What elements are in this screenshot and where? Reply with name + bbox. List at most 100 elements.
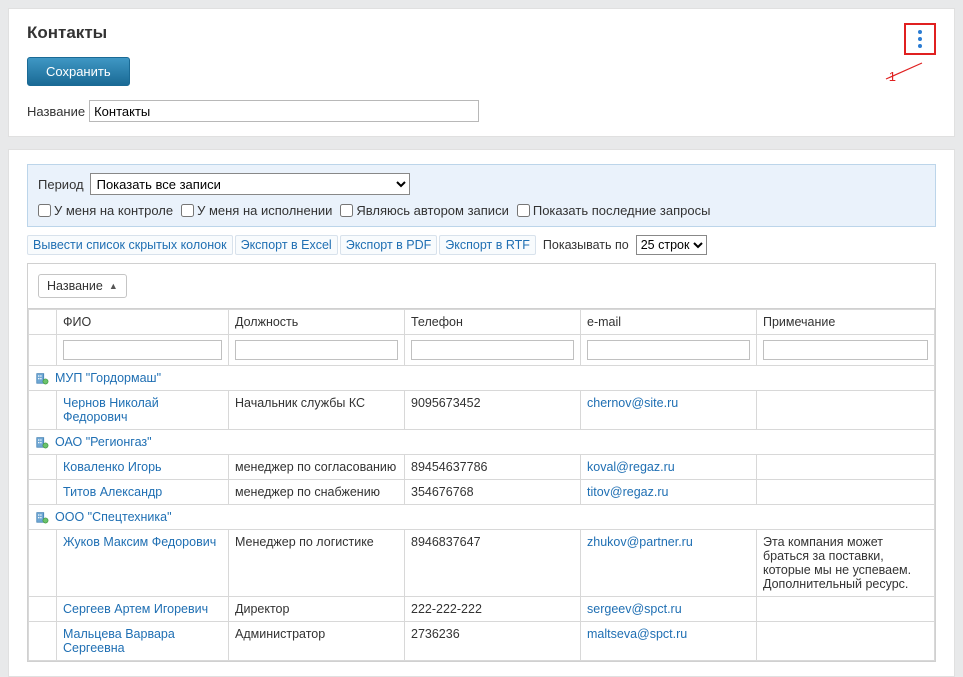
chk-exec[interactable]: У меня на исполнении bbox=[181, 203, 332, 218]
name-input[interactable] bbox=[89, 100, 479, 122]
chk-control-input[interactable] bbox=[38, 204, 51, 217]
group-name-link[interactable]: ООО "Спецтехника" bbox=[55, 510, 172, 524]
fio-link[interactable]: Титов Александр bbox=[63, 485, 162, 499]
chk-exec-input[interactable] bbox=[181, 204, 194, 217]
email-link[interactable]: maltseva@spct.ru bbox=[587, 627, 687, 641]
filter-checks: У меня на контроле У меня на исполнении … bbox=[38, 203, 925, 218]
filter-position-input[interactable] bbox=[235, 340, 398, 360]
phone-cell: 2736236 bbox=[405, 622, 581, 661]
building-icon bbox=[35, 510, 49, 524]
grouping-header: Название ▲ bbox=[28, 264, 935, 309]
phone-cell: 354676768 bbox=[405, 480, 581, 505]
group-row[interactable]: ОАО "Регионгаз" bbox=[29, 430, 935, 455]
fio-link[interactable]: Коваленко Игорь bbox=[63, 460, 162, 474]
period-select[interactable]: Показать все записи bbox=[90, 173, 410, 195]
save-button[interactable]: Сохранить bbox=[27, 57, 130, 86]
chk-recent-label: Показать последние запросы bbox=[533, 203, 711, 218]
period-row: Период Показать все записи bbox=[38, 173, 925, 195]
annotation-label: 1 bbox=[889, 69, 896, 84]
rows-per-page-select[interactable]: 25 строк bbox=[636, 235, 707, 255]
col-position-header[interactable]: Должность bbox=[229, 310, 405, 335]
email-link[interactable]: koval@regaz.ru bbox=[587, 460, 675, 474]
sort-asc-icon: ▲ bbox=[109, 281, 118, 291]
row-icon-cell bbox=[29, 622, 57, 661]
chk-control[interactable]: У меня на контроле bbox=[38, 203, 173, 218]
table-row: Коваленко Игорь менеджер по согласованию8… bbox=[29, 455, 935, 480]
row-icon-cell bbox=[29, 455, 57, 480]
name-label: Название bbox=[27, 104, 87, 119]
export-excel-button[interactable]: Экспорт в Excel bbox=[235, 235, 338, 255]
phone-cell: 89454637786 bbox=[405, 455, 581, 480]
building-icon bbox=[35, 371, 49, 385]
email-link[interactable]: sergeev@spct.ru bbox=[587, 602, 682, 616]
row-icon-cell bbox=[29, 530, 57, 597]
fio-link[interactable]: Мальцева Варвара Сергеевна bbox=[63, 627, 175, 655]
position-cell: менеджер по снабжению bbox=[229, 480, 405, 505]
kebab-icon bbox=[918, 30, 922, 48]
filter-note-input[interactable] bbox=[763, 340, 928, 360]
row-icon-cell bbox=[29, 391, 57, 430]
group-row[interactable]: ООО "Спецтехника" bbox=[29, 505, 935, 530]
page-title: Контакты bbox=[27, 23, 936, 43]
col-email-header[interactable]: e-mail bbox=[581, 310, 757, 335]
col-note-header[interactable]: Примечание bbox=[757, 310, 935, 335]
group-name-link[interactable]: МУП "Гордормаш" bbox=[55, 371, 161, 385]
data-grid: Название ▲ ФИО Должность Телефон e-mail … bbox=[27, 263, 936, 662]
chk-exec-label: У меня на исполнении bbox=[197, 203, 332, 218]
show-by-label: Показывать по bbox=[538, 236, 634, 254]
col-icon-header[interactable] bbox=[29, 310, 57, 335]
chk-control-label: У меня на контроле bbox=[54, 203, 173, 218]
email-link[interactable]: titov@regaz.ru bbox=[587, 485, 668, 499]
group-row[interactable]: МУП "Гордормаш" bbox=[29, 366, 935, 391]
header-panel: Контакты 1 Сохранить Название bbox=[8, 8, 955, 137]
export-pdf-button[interactable]: Экспорт в PDF bbox=[340, 235, 438, 255]
header-row: ФИО Должность Телефон e-mail Примечание bbox=[29, 310, 935, 335]
filter-row bbox=[29, 335, 935, 366]
phone-cell: 222-222-222 bbox=[405, 597, 581, 622]
hidden-columns-button[interactable]: Вывести список скрытых колонок bbox=[27, 235, 233, 255]
table-row: Мальцева Варвара Сергеевна Администратор2… bbox=[29, 622, 935, 661]
export-rtf-button[interactable]: Экспорт в RTF bbox=[439, 235, 536, 255]
name-row: Название bbox=[27, 100, 936, 122]
phone-cell: 8946837647 bbox=[405, 530, 581, 597]
note-cell bbox=[757, 480, 935, 505]
filter-box: Период Показать все записи У меня на кон… bbox=[27, 164, 936, 227]
email-link[interactable]: zhukov@partner.ru bbox=[587, 535, 693, 549]
col-phone-header[interactable]: Телефон bbox=[405, 310, 581, 335]
note-cell bbox=[757, 597, 935, 622]
chk-recent[interactable]: Показать последние запросы bbox=[517, 203, 711, 218]
group-chip[interactable]: Название ▲ bbox=[38, 274, 127, 298]
note-cell bbox=[757, 622, 935, 661]
group-name-link[interactable]: ОАО "Регионгаз" bbox=[55, 435, 152, 449]
filter-phone-input[interactable] bbox=[411, 340, 574, 360]
group-chip-label: Название bbox=[47, 279, 103, 293]
table-row: Жуков Максим Федорович Менеджер по логист… bbox=[29, 530, 935, 597]
actions-menu-button[interactable] bbox=[904, 23, 936, 55]
period-label: Период bbox=[38, 177, 84, 192]
chk-author-label: Являюсь автором записи bbox=[356, 203, 508, 218]
filter-fio-input[interactable] bbox=[63, 340, 222, 360]
chk-recent-input[interactable] bbox=[517, 204, 530, 217]
row-icon-cell bbox=[29, 480, 57, 505]
position-cell: Менеджер по логистике bbox=[229, 530, 405, 597]
note-cell: Эта компания может браться за поставки, … bbox=[757, 530, 935, 597]
chk-author[interactable]: Являюсь автором записи bbox=[340, 203, 508, 218]
table-row: Сергеев Артем Игоревич Директор222-222-22… bbox=[29, 597, 935, 622]
position-cell: Администратор bbox=[229, 622, 405, 661]
email-link[interactable]: chernov@site.ru bbox=[587, 396, 678, 410]
note-cell bbox=[757, 455, 935, 480]
table-row: Титов Александр менеджер по снабжению3546… bbox=[29, 480, 935, 505]
position-cell: Директор bbox=[229, 597, 405, 622]
fio-link[interactable]: Жуков Максим Федорович bbox=[63, 535, 216, 549]
row-icon-cell bbox=[29, 597, 57, 622]
fio-link[interactable]: Чернов Николай Федорович bbox=[63, 396, 159, 424]
chk-author-input[interactable] bbox=[340, 204, 353, 217]
note-cell bbox=[757, 391, 935, 430]
phone-cell: 9095673452 bbox=[405, 391, 581, 430]
position-cell: менеджер по согласованию bbox=[229, 455, 405, 480]
grid-panel: Период Показать все записи У меня на кон… bbox=[8, 149, 955, 677]
grid-table: ФИО Должность Телефон e-mail Примечание … bbox=[28, 309, 935, 661]
col-fio-header[interactable]: ФИО bbox=[57, 310, 229, 335]
fio-link[interactable]: Сергеев Артем Игоревич bbox=[63, 602, 208, 616]
filter-email-input[interactable] bbox=[587, 340, 750, 360]
